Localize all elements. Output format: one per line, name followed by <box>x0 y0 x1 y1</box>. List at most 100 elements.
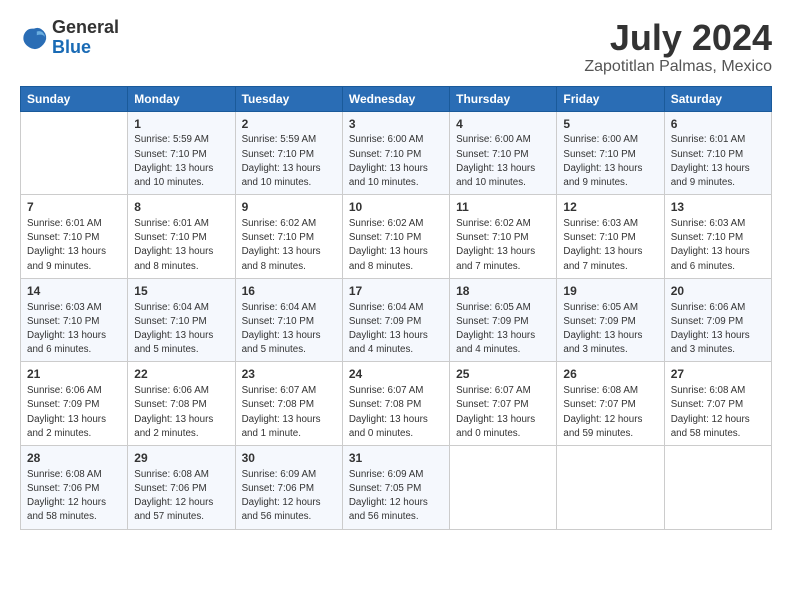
cell-info: Sunrise: 5:59 AM Sunset: 7:10 PM Dayligh… <box>242 133 336 190</box>
cell-info: Sunrise: 6:08 AM Sunset: 7:07 PM Dayligh… <box>563 384 657 441</box>
calendar-row-3: 21Sunrise: 6:06 AM Sunset: 7:09 PM Dayli… <box>21 362 772 446</box>
calendar-row-0: 1Sunrise: 5:59 AM Sunset: 7:10 PM Daylig… <box>21 111 772 195</box>
calendar-table: SundayMondayTuesdayWednesdayThursdayFrid… <box>20 86 772 530</box>
calendar-cell: 23Sunrise: 6:07 AM Sunset: 7:08 PM Dayli… <box>235 362 342 446</box>
day-number: 31 <box>349 450 443 467</box>
calendar-cell: 6Sunrise: 6:01 AM Sunset: 7:10 PM Daylig… <box>664 111 771 195</box>
calendar-cell: 29Sunrise: 6:08 AM Sunset: 7:06 PM Dayli… <box>128 446 235 530</box>
day-number: 29 <box>134 450 228 467</box>
calendar-cell: 25Sunrise: 6:07 AM Sunset: 7:07 PM Dayli… <box>450 362 557 446</box>
cell-info: Sunrise: 6:01 AM Sunset: 7:10 PM Dayligh… <box>671 133 765 190</box>
cell-info: Sunrise: 6:00 AM Sunset: 7:10 PM Dayligh… <box>563 133 657 190</box>
cell-info: Sunrise: 6:06 AM Sunset: 7:08 PM Dayligh… <box>134 384 228 441</box>
day-number: 15 <box>134 283 228 300</box>
cell-info: Sunrise: 6:02 AM Sunset: 7:10 PM Dayligh… <box>456 217 550 274</box>
calendar-cell: 27Sunrise: 6:08 AM Sunset: 7:07 PM Dayli… <box>664 362 771 446</box>
day-number: 26 <box>563 366 657 383</box>
calendar-cell: 2Sunrise: 5:59 AM Sunset: 7:10 PM Daylig… <box>235 111 342 195</box>
calendar-cell: 13Sunrise: 6:03 AM Sunset: 7:10 PM Dayli… <box>664 195 771 279</box>
day-number: 12 <box>563 199 657 216</box>
day-number: 21 <box>27 366 121 383</box>
day-number: 22 <box>134 366 228 383</box>
day-number: 25 <box>456 366 550 383</box>
col-header-tuesday: Tuesday <box>235 86 342 111</box>
calendar-cell <box>664 446 771 530</box>
main-title: July 2024 <box>584 18 772 58</box>
calendar-cell: 17Sunrise: 6:04 AM Sunset: 7:09 PM Dayli… <box>342 278 449 362</box>
day-number: 17 <box>349 283 443 300</box>
day-number: 6 <box>671 116 765 133</box>
day-number: 19 <box>563 283 657 300</box>
calendar-cell: 24Sunrise: 6:07 AM Sunset: 7:08 PM Dayli… <box>342 362 449 446</box>
calendar-cell: 14Sunrise: 6:03 AM Sunset: 7:10 PM Dayli… <box>21 278 128 362</box>
cell-info: Sunrise: 6:09 AM Sunset: 7:06 PM Dayligh… <box>242 468 336 525</box>
calendar-body: 1Sunrise: 5:59 AM Sunset: 7:10 PM Daylig… <box>21 111 772 529</box>
cell-info: Sunrise: 6:03 AM Sunset: 7:10 PM Dayligh… <box>671 217 765 274</box>
calendar-cell: 28Sunrise: 6:08 AM Sunset: 7:06 PM Dayli… <box>21 446 128 530</box>
cell-info: Sunrise: 6:00 AM Sunset: 7:10 PM Dayligh… <box>456 133 550 190</box>
cell-info: Sunrise: 6:07 AM Sunset: 7:08 PM Dayligh… <box>242 384 336 441</box>
calendar-cell <box>450 446 557 530</box>
day-number: 16 <box>242 283 336 300</box>
day-number: 28 <box>27 450 121 467</box>
cell-info: Sunrise: 6:08 AM Sunset: 7:07 PM Dayligh… <box>671 384 765 441</box>
day-number: 18 <box>456 283 550 300</box>
cell-info: Sunrise: 6:03 AM Sunset: 7:10 PM Dayligh… <box>563 217 657 274</box>
day-number: 30 <box>242 450 336 467</box>
cell-info: Sunrise: 6:06 AM Sunset: 7:09 PM Dayligh… <box>671 301 765 358</box>
calendar-cell: 12Sunrise: 6:03 AM Sunset: 7:10 PM Dayli… <box>557 195 664 279</box>
cell-info: Sunrise: 6:09 AM Sunset: 7:05 PM Dayligh… <box>349 468 443 525</box>
col-header-saturday: Saturday <box>664 86 771 111</box>
col-header-thursday: Thursday <box>450 86 557 111</box>
day-number: 7 <box>27 199 121 216</box>
calendar-cell: 22Sunrise: 6:06 AM Sunset: 7:08 PM Dayli… <box>128 362 235 446</box>
day-number: 3 <box>349 116 443 133</box>
calendar-cell: 9Sunrise: 6:02 AM Sunset: 7:10 PM Daylig… <box>235 195 342 279</box>
calendar-cell: 5Sunrise: 6:00 AM Sunset: 7:10 PM Daylig… <box>557 111 664 195</box>
calendar-cell: 30Sunrise: 6:09 AM Sunset: 7:06 PM Dayli… <box>235 446 342 530</box>
col-header-monday: Monday <box>128 86 235 111</box>
calendar-cell: 19Sunrise: 6:05 AM Sunset: 7:09 PM Dayli… <box>557 278 664 362</box>
cell-info: Sunrise: 6:01 AM Sunset: 7:10 PM Dayligh… <box>134 217 228 274</box>
day-number: 13 <box>671 199 765 216</box>
calendar-row-1: 7Sunrise: 6:01 AM Sunset: 7:10 PM Daylig… <box>21 195 772 279</box>
col-header-friday: Friday <box>557 86 664 111</box>
day-number: 24 <box>349 366 443 383</box>
calendar-cell: 8Sunrise: 6:01 AM Sunset: 7:10 PM Daylig… <box>128 195 235 279</box>
cell-info: Sunrise: 6:04 AM Sunset: 7:10 PM Dayligh… <box>134 301 228 358</box>
cell-info: Sunrise: 6:06 AM Sunset: 7:09 PM Dayligh… <box>27 384 121 441</box>
calendar-cell: 18Sunrise: 6:05 AM Sunset: 7:09 PM Dayli… <box>450 278 557 362</box>
calendar-cell: 1Sunrise: 5:59 AM Sunset: 7:10 PM Daylig… <box>128 111 235 195</box>
calendar-cell <box>21 111 128 195</box>
day-number: 11 <box>456 199 550 216</box>
subtitle: Zapotitlan Palmas, Mexico <box>584 58 772 76</box>
cell-info: Sunrise: 6:07 AM Sunset: 7:07 PM Dayligh… <box>456 384 550 441</box>
day-number: 23 <box>242 366 336 383</box>
logo: General Blue <box>20 18 119 58</box>
day-number: 2 <box>242 116 336 133</box>
day-number: 4 <box>456 116 550 133</box>
cell-info: Sunrise: 6:01 AM Sunset: 7:10 PM Dayligh… <box>27 217 121 274</box>
cell-info: Sunrise: 6:02 AM Sunset: 7:10 PM Dayligh… <box>242 217 336 274</box>
day-number: 5 <box>563 116 657 133</box>
cell-info: Sunrise: 6:03 AM Sunset: 7:10 PM Dayligh… <box>27 301 121 358</box>
calendar-cell: 26Sunrise: 6:08 AM Sunset: 7:07 PM Dayli… <box>557 362 664 446</box>
day-number: 27 <box>671 366 765 383</box>
cell-info: Sunrise: 6:04 AM Sunset: 7:09 PM Dayligh… <box>349 301 443 358</box>
calendar-cell: 3Sunrise: 6:00 AM Sunset: 7:10 PM Daylig… <box>342 111 449 195</box>
col-header-wednesday: Wednesday <box>342 86 449 111</box>
cell-info: Sunrise: 6:07 AM Sunset: 7:08 PM Dayligh… <box>349 384 443 441</box>
cell-info: Sunrise: 6:05 AM Sunset: 7:09 PM Dayligh… <box>563 301 657 358</box>
cell-info: Sunrise: 6:08 AM Sunset: 7:06 PM Dayligh… <box>134 468 228 525</box>
cell-info: Sunrise: 5:59 AM Sunset: 7:10 PM Dayligh… <box>134 133 228 190</box>
calendar-cell: 15Sunrise: 6:04 AM Sunset: 7:10 PM Dayli… <box>128 278 235 362</box>
cell-info: Sunrise: 6:05 AM Sunset: 7:09 PM Dayligh… <box>456 301 550 358</box>
cell-info: Sunrise: 6:00 AM Sunset: 7:10 PM Dayligh… <box>349 133 443 190</box>
calendar-header: SundayMondayTuesdayWednesdayThursdayFrid… <box>21 86 772 111</box>
header: General Blue July 2024 Zapotitlan Palmas… <box>20 18 772 76</box>
calendar-cell <box>557 446 664 530</box>
calendar-cell: 7Sunrise: 6:01 AM Sunset: 7:10 PM Daylig… <box>21 195 128 279</box>
logo-icon <box>20 24 48 52</box>
cell-info: Sunrise: 6:02 AM Sunset: 7:10 PM Dayligh… <box>349 217 443 274</box>
calendar-cell: 10Sunrise: 6:02 AM Sunset: 7:10 PM Dayli… <box>342 195 449 279</box>
